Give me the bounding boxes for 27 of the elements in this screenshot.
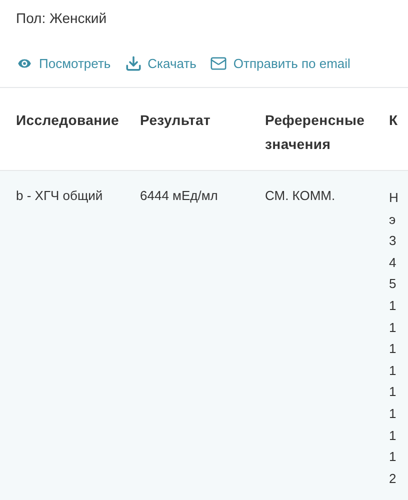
column-header: К	[389, 111, 399, 130]
table-cell-text: 2	[389, 470, 396, 488]
table-cell-text: 3	[389, 232, 396, 250]
table-cell-text: 1	[389, 296, 396, 315]
column-header: Исследование	[16, 111, 120, 130]
table-cell-text: 1	[389, 362, 396, 380]
column-header: Результат	[140, 111, 212, 130]
action-link[interactable]: Скачать	[124, 54, 196, 74]
table-cell-text: 1	[389, 426, 396, 445]
action-link[interactable]: Отправить по email	[210, 54, 350, 74]
table-cell-text: 1	[389, 383, 396, 402]
table-cell-text: 1	[389, 448, 396, 466]
table-cell-text: 6444 мЕд/мл	[140, 187, 219, 205]
table-cell-text: 4	[389, 254, 396, 272]
column-header: Референсные значения	[265, 111, 366, 154]
table-cell-text: СМ. КОММ.	[265, 187, 336, 205]
action-link[interactable]: Посмотреть	[16, 54, 111, 74]
table-cell-text: 5	[389, 275, 396, 294]
table-cell-text: 1	[389, 340, 396, 358]
table-cell-text: 1	[389, 318, 396, 337]
table-cell-text: b - ХГЧ общий	[16, 187, 104, 205]
download-icon	[124, 55, 142, 72]
table-cell-text: 1	[389, 404, 396, 423]
envelope-icon	[210, 55, 228, 72]
gender-text: Пол: Женский	[16, 9, 108, 27]
table-cell-text: э	[389, 210, 396, 229]
table-cell-text: Н	[389, 189, 398, 207]
